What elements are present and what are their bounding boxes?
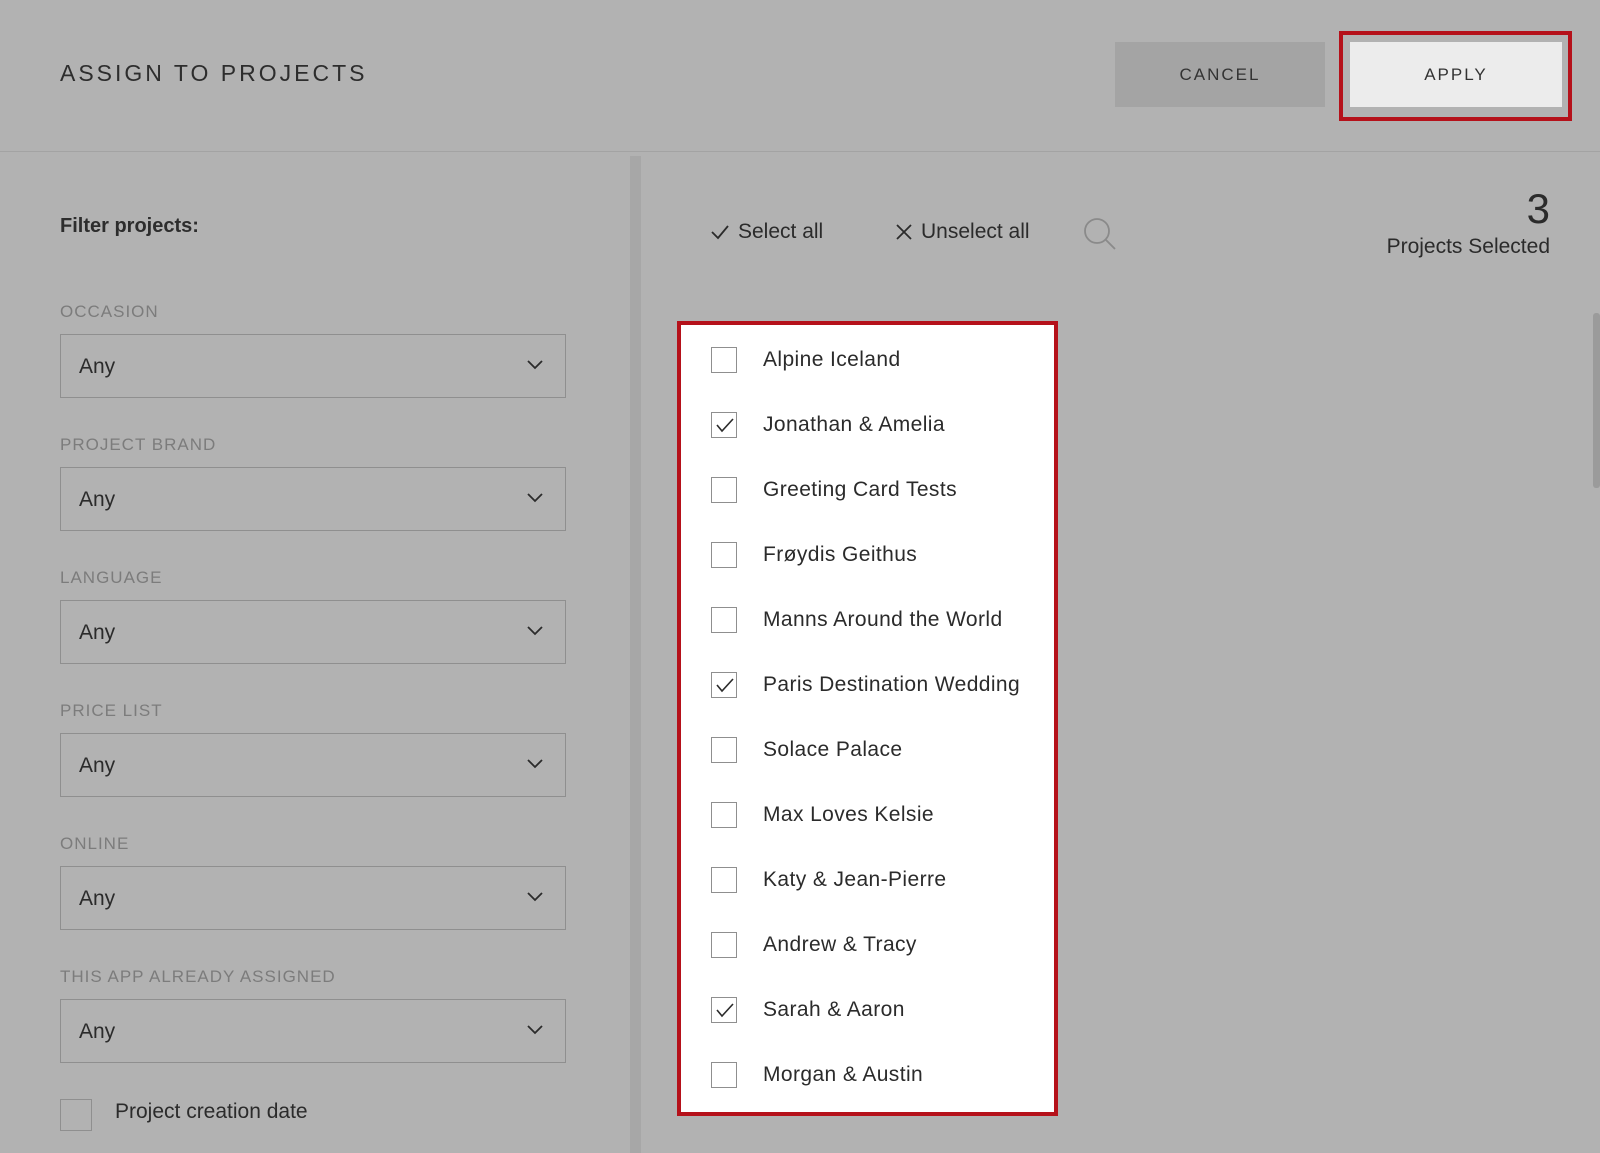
project-item[interactable]: Solace Palace <box>711 737 902 763</box>
online-value: Any <box>79 887 116 910</box>
project-item[interactable]: Jonathan & Amelia <box>711 412 945 438</box>
panel-divider[interactable] <box>630 156 641 1153</box>
project-checkbox[interactable] <box>711 932 737 958</box>
checkmark-icon <box>716 418 734 433</box>
project-name: Solace Palace <box>763 738 903 761</box>
project-item[interactable]: Sarah & Aaron <box>711 997 905 1023</box>
project-name: Max Loves Kelsie <box>763 803 934 826</box>
project-name: Andrew & Tracy <box>763 933 917 956</box>
project-brand-label: PROJECT BRAND <box>60 435 217 454</box>
project-checkbox[interactable] <box>711 1062 737 1088</box>
project-name: Alpine Iceland <box>763 348 901 371</box>
project-list: Alpine Iceland Jonathan & Amelia Greetin… <box>677 321 1058 1116</box>
chevron-down-icon <box>527 493 543 503</box>
selected-count-label: Projects Selected <box>1386 235 1550 258</box>
chevron-down-icon <box>527 892 543 902</box>
app-assigned-value: Any <box>79 1020 116 1043</box>
project-checkbox[interactable] <box>711 802 737 828</box>
project-name: Greeting Card Tests <box>763 478 957 501</box>
cancel-button[interactable]: CANCEL <box>1115 42 1325 107</box>
occasion-label: OCCASION <box>60 302 159 321</box>
project-name: Manns Around the World <box>763 608 1003 631</box>
project-item[interactable]: Andrew & Tracy <box>711 932 917 958</box>
project-item[interactable]: Greeting Card Tests <box>711 477 957 503</box>
project-name: Paris Destination Wedding <box>763 673 1021 696</box>
chevron-down-icon <box>527 626 543 636</box>
app-assigned-label: THIS APP ALREADY ASSIGNED <box>60 967 336 986</box>
price-list-select[interactable]: Any <box>60 733 566 797</box>
price-list-label: PRICE LIST <box>60 701 163 720</box>
occasion-select[interactable]: Any <box>60 334 566 398</box>
select-all-label: Select all <box>738 220 824 243</box>
select-all-button[interactable]: Select all <box>710 220 823 244</box>
project-item[interactable]: Morgan & Austin <box>711 1062 923 1088</box>
price-list-value: Any <box>79 754 116 777</box>
project-item[interactable]: Max Loves Kelsie <box>711 802 934 828</box>
search-icon[interactable] <box>1082 216 1118 252</box>
project-checkbox[interactable] <box>711 672 737 698</box>
online-select[interactable]: Any <box>60 866 566 930</box>
language-select[interactable]: Any <box>60 600 566 664</box>
project-item[interactable]: Katy & Jean-Pierre <box>711 867 946 893</box>
project-item[interactable]: Alpine Iceland <box>711 347 901 373</box>
project-name: Sarah & Aaron <box>763 998 905 1021</box>
chevron-down-icon <box>527 1025 543 1035</box>
project-name: Frøydis Geithus <box>763 543 918 566</box>
creation-date-label: Project creation date <box>115 1100 308 1123</box>
project-checkbox[interactable] <box>711 477 737 503</box>
project-name: Jonathan & Amelia <box>763 413 945 436</box>
check-icon <box>711 225 729 240</box>
selected-count: 3 <box>1526 185 1550 232</box>
apply-button[interactable]: APPLY <box>1350 42 1562 107</box>
filter-title: Filter projects: <box>60 215 199 237</box>
creation-date-checkbox[interactable] <box>60 1099 92 1131</box>
checkmark-icon <box>716 1003 734 1018</box>
unselect-all-button[interactable]: Unselect all <box>895 220 1030 244</box>
project-name: Morgan & Austin <box>763 1063 924 1086</box>
project-brand-select[interactable]: Any <box>60 467 566 531</box>
chevron-down-icon <box>527 759 543 769</box>
language-value: Any <box>79 621 116 644</box>
project-item[interactable]: Paris Destination Wedding <box>711 672 1020 698</box>
close-icon <box>896 224 912 240</box>
app-assigned-select[interactable]: Any <box>60 999 566 1063</box>
project-item[interactable]: Manns Around the World <box>711 607 1003 633</box>
unselect-all-label: Unselect all <box>921 220 1030 243</box>
project-checkbox[interactable] <box>711 867 737 893</box>
checkmark-icon <box>716 678 734 693</box>
dialog-title: ASSIGN TO PROJECTS <box>60 60 368 86</box>
project-checkbox[interactable] <box>711 542 737 568</box>
project-checkbox[interactable] <box>711 737 737 763</box>
occasion-value: Any <box>79 355 116 378</box>
scrollbar[interactable] <box>1593 313 1600 488</box>
chevron-down-icon <box>527 360 543 370</box>
project-name: Katy & Jean-Pierre <box>763 868 947 891</box>
project-checkbox[interactable] <box>711 997 737 1023</box>
project-brand-value: Any <box>79 488 116 511</box>
online-label: ONLINE <box>60 834 130 853</box>
project-checkbox[interactable] <box>711 412 737 438</box>
dialog-header: ASSIGN TO PROJECTS CANCEL APPLY <box>0 0 1600 152</box>
language-label: LANGUAGE <box>60 568 163 587</box>
project-item[interactable]: Frøydis Geithus <box>711 542 917 568</box>
project-checkbox[interactable] <box>711 347 737 373</box>
project-checkbox[interactable] <box>711 607 737 633</box>
